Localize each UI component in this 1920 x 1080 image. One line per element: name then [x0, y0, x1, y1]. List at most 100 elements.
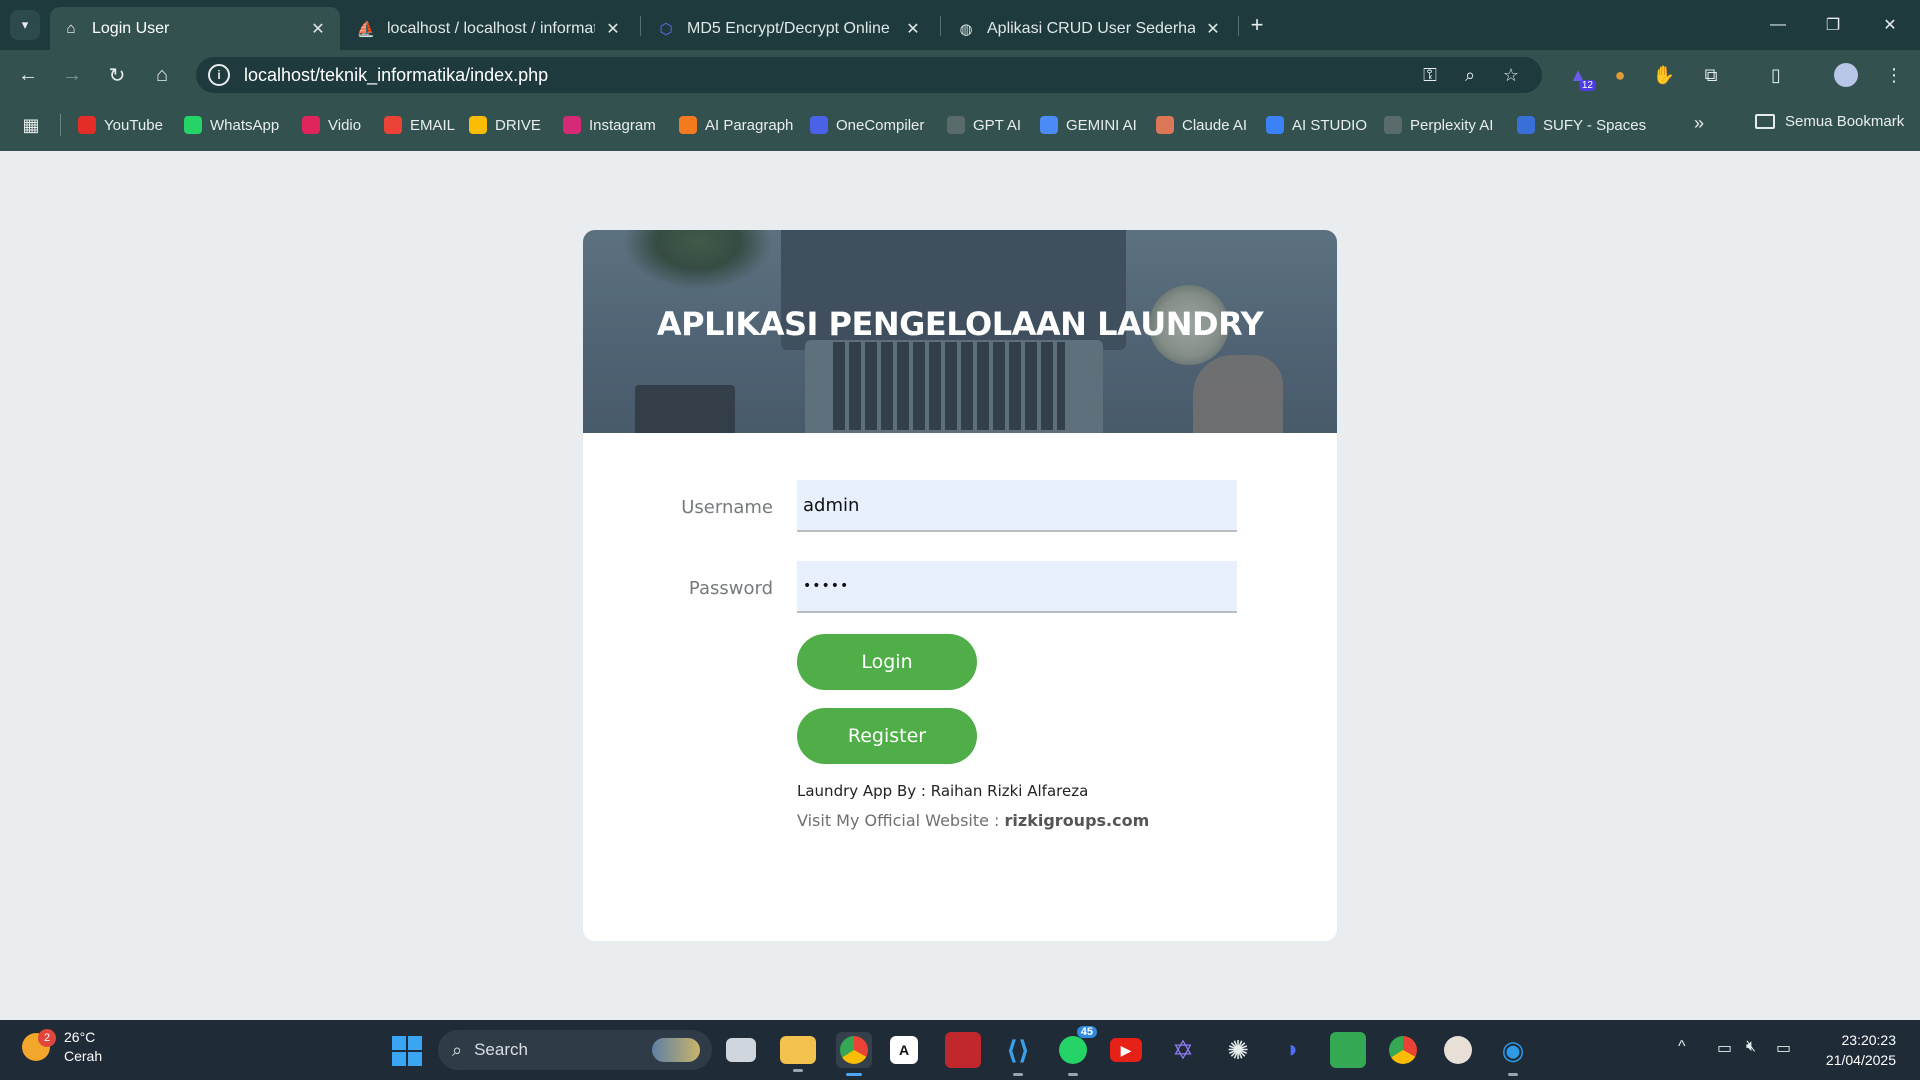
bookmark-favicon-icon — [679, 116, 697, 134]
system-clock[interactable]: 23:20:23 21/04/2025 — [1812, 1030, 1896, 1070]
taskbar-search[interactable]: ⌕ Search — [438, 1030, 712, 1070]
avatar[interactable] — [1830, 59, 1862, 91]
bookmark-item[interactable]: WhatsApp — [184, 113, 279, 137]
close-icon[interactable]: ✕ — [603, 19, 623, 39]
star-icon[interactable]: ☆ — [1501, 65, 1521, 85]
tab-phpmyadmin[interactable]: ⛵ localhost / localhost / informati ✕ — [345, 7, 635, 50]
search-icon: ⌕ — [452, 1039, 463, 1060]
bookmark-label: WhatsApp — [210, 116, 280, 134]
meet-icon[interactable] — [1330, 1032, 1366, 1068]
tab-divider — [640, 16, 641, 36]
bookmark-item[interactable]: Vidio — [302, 113, 361, 137]
running-indicator — [793, 1069, 803, 1072]
website-link[interactable]: rizkigroups.com — [1005, 811, 1150, 830]
register-button[interactable]: Register — [797, 708, 977, 764]
tab-login-user[interactable]: ⌂ Login User ✕ — [50, 7, 340, 50]
bookmark-label: Instagram — [589, 116, 656, 134]
back-button[interactable]: ← — [12, 59, 44, 91]
close-icon: ✕ — [1883, 17, 1897, 34]
reading-list-icon[interactable]: ▯ — [1760, 59, 1792, 91]
youtube-icon[interactable]: ▶ — [1110, 1038, 1142, 1062]
tab-crud[interactable]: ◍ Aplikasi CRUD User Sederhana ✕ — [945, 7, 1235, 50]
browser-toolbar: ← → ↻ ⌂ i localhost/teknik_informatika/i… — [0, 50, 1920, 100]
address-url[interactable]: localhost/teknik_informatika/index.php — [244, 65, 548, 86]
login-button[interactable]: Login — [797, 634, 977, 690]
chrome-icon[interactable] — [836, 1032, 872, 1076]
bookmark-label: GEMINI AI — [1066, 116, 1137, 134]
battery-icon[interactable]: ▭ — [1776, 1038, 1791, 1058]
file-explorer-icon[interactable] — [780, 1036, 816, 1072]
more-bookmarks-icon[interactable]: » — [1694, 113, 1704, 134]
all-bookmarks-button[interactable]: Semua Bookmark — [1755, 113, 1904, 130]
globe-icon: ◍ — [959, 20, 973, 38]
weather-sun-icon: 2 — [22, 1029, 56, 1061]
deepseek-icon[interactable]: ◗ — [1275, 1032, 1311, 1068]
apps-grid-icon[interactable]: ▦ — [20, 114, 42, 136]
username-field[interactable]: admin — [797, 480, 1237, 532]
extension-badge: 12 — [1578, 80, 1596, 91]
bookmark-item[interactable]: GEMINI AI — [1040, 113, 1137, 137]
zoom-icon[interactable]: ⌕ — [1460, 65, 1480, 85]
bookmark-label: Vidio — [328, 116, 362, 134]
password-field[interactable]: ••••• — [797, 561, 1237, 613]
bookmark-item[interactable]: AI Paragraph — [679, 113, 793, 137]
whatsapp-badge: 45 — [1076, 1026, 1097, 1038]
star-app-icon[interactable]: ✡ — [1165, 1032, 1201, 1068]
address-bar[interactable]: i localhost/teknik_informatika/index.php… — [196, 57, 1542, 93]
whatsapp-icon[interactable]: 45 — [1055, 1026, 1097, 1076]
clock-date: 21/04/2025 — [1825, 1052, 1896, 1068]
new-tab-button[interactable]: + — [1244, 12, 1270, 38]
red-app-icon[interactable] — [945, 1032, 981, 1068]
bookmark-favicon-icon — [1040, 116, 1058, 134]
close-icon[interactable]: ✕ — [1203, 19, 1223, 39]
site-info-icon[interactable]: i — [208, 64, 230, 86]
weather-widget[interactable]: 2 26°C Cerah — [22, 1028, 102, 1066]
bookmark-item[interactable]: OneCompiler — [810, 113, 924, 137]
puzzle-icon[interactable]: ⧉ — [1695, 59, 1727, 91]
tab-search-button[interactable]: ▾ — [10, 10, 40, 40]
website-prefix: Visit My Official Website : — [797, 811, 1005, 830]
bookmark-item[interactable]: Claude AI — [1156, 113, 1247, 137]
bookmark-item[interactable]: Instagram — [563, 113, 656, 137]
cookie-icon[interactable]: ● — [1604, 59, 1636, 91]
bookmark-item[interactable]: GPT AI — [947, 113, 1021, 137]
bookmarks-bar: ▦ YouTube WhatsApp Vidio EMAIL DRIVE Instagra… — [0, 100, 1920, 151]
font-app-icon[interactable]: A — [890, 1036, 918, 1064]
minimize-button[interactable]: — — [1758, 10, 1798, 40]
volume-muted-icon[interactable]: 🔇︎ — [1746, 1038, 1756, 1056]
bookmark-label: Claude AI — [1182, 116, 1248, 134]
bookmark-item[interactable]: DRIVE — [469, 113, 541, 137]
banner-image: APLIKASI PENGELOLAAN LAUNDRY — [583, 230, 1337, 433]
forward-button[interactable]: → — [56, 59, 88, 91]
key-icon[interactable]: ⚿ — [1420, 65, 1440, 85]
home-button[interactable]: ⌂ — [146, 59, 178, 91]
network-icon[interactable]: ▭ — [1717, 1038, 1732, 1058]
tab-md5[interactable]: ⬡ MD5 Encrypt/Decrypt Online | T ✕ — [645, 7, 935, 50]
bookmark-favicon-icon — [184, 116, 202, 134]
reload-button[interactable]: ↻ — [101, 59, 133, 91]
hand-stop-icon[interactable]: ✋ — [1648, 59, 1680, 91]
profile-app-icon[interactable] — [1440, 1032, 1476, 1068]
bookmark-item[interactable]: AI STUDIO — [1266, 113, 1367, 137]
task-view-icon[interactable] — [726, 1038, 756, 1062]
bookmark-item[interactable]: YouTube — [78, 113, 163, 137]
close-icon[interactable]: ✕ — [308, 19, 328, 39]
close-icon[interactable]: ✕ — [903, 19, 923, 39]
bookmark-item[interactable]: SUFY - Spaces — [1517, 113, 1646, 137]
edge-icon[interactable]: ◉ — [1495, 1032, 1531, 1076]
chrome-alt-icon[interactable] — [1385, 1032, 1421, 1068]
menu-icon[interactable]: ⋮ — [1878, 59, 1910, 91]
chatgpt-icon[interactable]: ✺ — [1220, 1032, 1256, 1068]
reload-icon: ↻ — [108, 64, 126, 87]
vscode-icon[interactable]: ⟨⟩ — [1000, 1032, 1036, 1076]
bookmark-label: GPT AI — [973, 116, 1022, 134]
bookmark-label: SUFY - Spaces — [1543, 116, 1647, 134]
extension-graduation-icon[interactable]: ▲ 12 — [1562, 59, 1596, 91]
bookmark-item[interactable]: Perplexity AI — [1384, 113, 1493, 137]
bookmark-item[interactable]: EMAIL — [384, 113, 455, 137]
window-close-button[interactable]: ✕ — [1870, 10, 1910, 40]
chevron-up-icon[interactable]: ^ — [1678, 1038, 1686, 1056]
start-button[interactable] — [392, 1036, 422, 1066]
restore-button[interactable]: ❐ — [1813, 10, 1853, 40]
restore-icon: ❐ — [1825, 17, 1841, 34]
